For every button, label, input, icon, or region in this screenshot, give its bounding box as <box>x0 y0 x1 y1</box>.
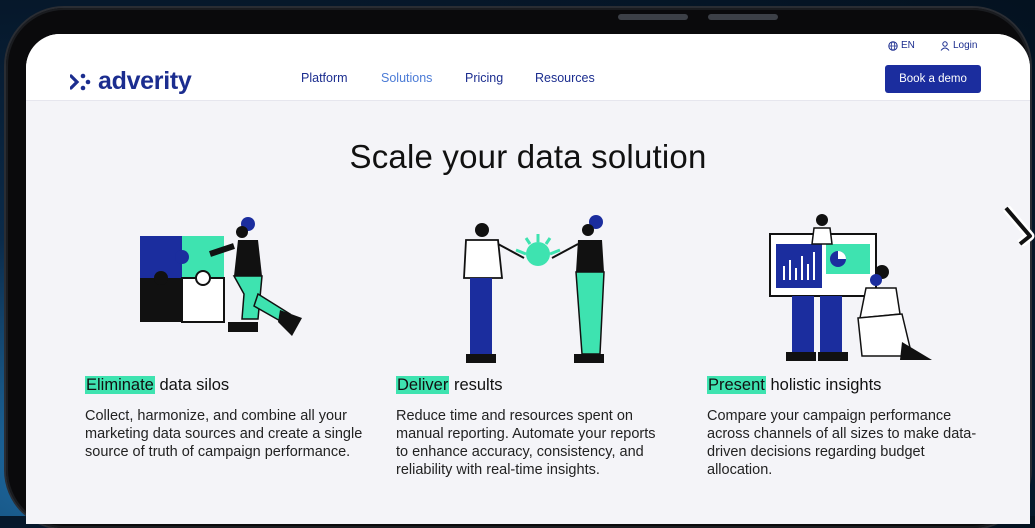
puzzle-illustration <box>140 217 302 336</box>
feature-highlight: Present <box>707 376 766 394</box>
browser-viewport: adverity Platform Solutions Pricing Reso… <box>26 34 1030 524</box>
phone-frame: adverity Platform Solutions Pricing Reso… <box>6 8 1030 528</box>
feature-description: Collect, harmonize, and combine all your… <box>85 408 363 460</box>
book-demo-button[interactable]: Book a demo <box>885 65 981 93</box>
globe-icon <box>888 40 898 51</box>
language-label: EN <box>901 40 915 51</box>
page-headline: Scale your data solution <box>349 138 707 175</box>
feature-description: Reduce time and resources spent on manua… <box>396 408 656 478</box>
adverity-logo-icon <box>70 73 91 90</box>
login-label: Login <box>953 40 978 51</box>
logo[interactable]: adverity <box>70 67 192 96</box>
feature-title: Present holistic insights <box>707 376 982 395</box>
feature-description: Compare your campaign performance across… <box>707 408 977 478</box>
phone-power-button <box>708 14 778 20</box>
top-navigation: adverity Platform Solutions Pricing Reso… <box>26 34 1030 101</box>
feature-deliver: Deliver results Reduce time and resource… <box>396 376 666 479</box>
feature-highlight: Deliver <box>396 376 450 394</box>
user-icon <box>940 40 950 51</box>
feature-title-rest: results <box>453 376 503 394</box>
chevron-right-icon <box>1002 206 1035 246</box>
nav-platform[interactable]: Platform <box>301 71 348 85</box>
feature-title: Eliminate data silos <box>85 376 367 395</box>
phone-volume-button <box>618 14 688 20</box>
dashboard-illustration <box>769 214 932 361</box>
feature-present: Present holistic insights Compare your c… <box>707 376 982 479</box>
feature-title-rest: holistic insights <box>770 376 882 394</box>
language-switcher[interactable]: EN <box>888 40 915 51</box>
nav-solutions[interactable]: Solutions <box>381 71 432 85</box>
feature-eliminate: Eliminate data silos Collect, harmonize,… <box>85 376 367 461</box>
feature-highlight: Eliminate <box>85 376 155 394</box>
login-link[interactable]: Login <box>940 40 977 51</box>
logo-text: adverity <box>98 67 192 95</box>
feature-title: Deliver results <box>396 376 666 395</box>
feature-title-rest: data silos <box>159 376 230 394</box>
nav-pricing[interactable]: Pricing <box>465 71 503 85</box>
fist-bump-illustration <box>463 215 605 363</box>
nav-resources[interactable]: Resources <box>535 71 595 85</box>
